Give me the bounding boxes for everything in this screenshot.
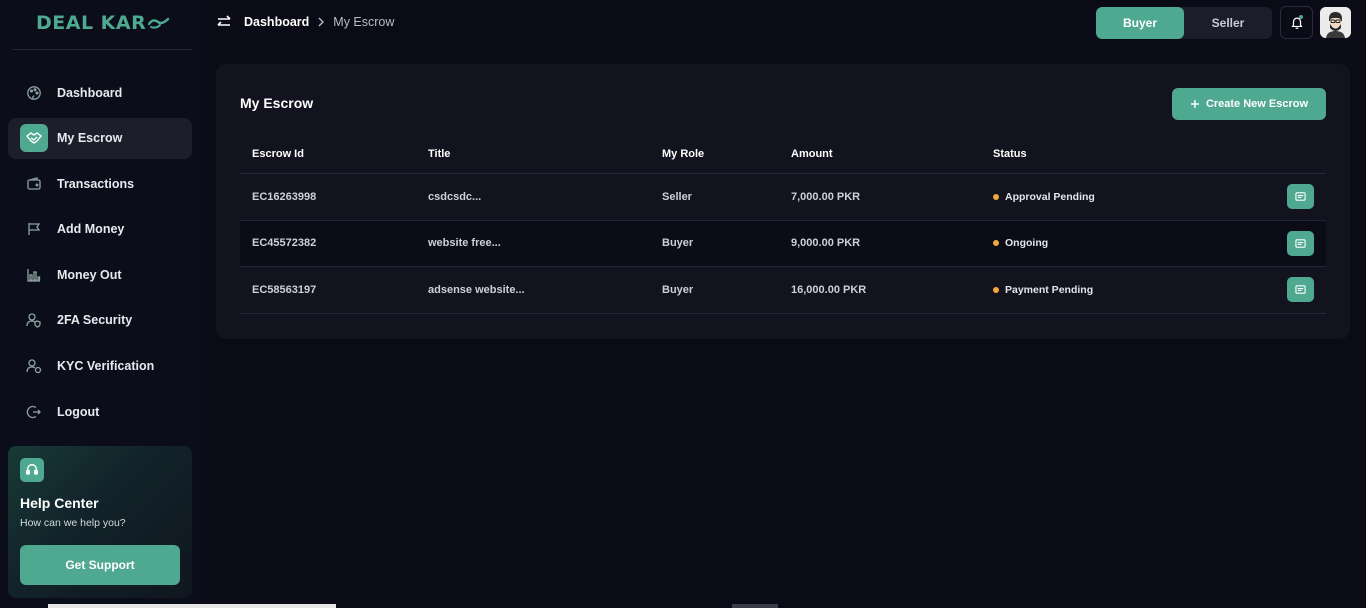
help-center-subtitle: How can we help you? bbox=[20, 517, 126, 529]
chart-icon bbox=[24, 265, 44, 285]
brand-logo[interactable]: DEAL KAR bbox=[36, 10, 170, 36]
escrow-table: Escrow Id Title My Role Amount Status EC… bbox=[240, 134, 1326, 314]
sidebar-item-my-escrow[interactable]: My Escrow bbox=[8, 117, 192, 159]
palette-icon bbox=[24, 83, 44, 103]
sidebar-item-money-out[interactable]: Money Out bbox=[8, 254, 192, 295]
sidebar-item-dashboard[interactable]: Dashboard bbox=[8, 72, 192, 113]
sidebar-item-label: Logout bbox=[57, 404, 100, 419]
table-row[interactable]: EC45572382 website free... Buyer 9,000.0… bbox=[240, 220, 1326, 267]
sidebar-nav: Dashboard My Escrow Transactions Add Mon… bbox=[8, 72, 192, 437]
swap-arrows-icon[interactable] bbox=[216, 14, 232, 30]
escrow-role: Buyer bbox=[662, 283, 694, 296]
status-badge: Payment Pending bbox=[993, 284, 1093, 296]
escrow-id: EC45572382 bbox=[252, 237, 317, 250]
sidebar-item-label: Transactions bbox=[57, 176, 135, 191]
escrow-id: EC16263998 bbox=[252, 190, 317, 203]
column-amount: Amount bbox=[791, 147, 833, 160]
headset-icon bbox=[20, 458, 44, 482]
escrow-amount: 16,000.00 PKR bbox=[791, 283, 867, 296]
sidebar-item-add-money[interactable]: Add Money bbox=[8, 209, 192, 250]
breadcrumb-dashboard-link[interactable]: Dashboard bbox=[244, 15, 309, 29]
seller-toggle-button[interactable]: Seller bbox=[1184, 7, 1272, 39]
page-title: My Escrow bbox=[240, 95, 314, 111]
my-escrow-card: My Escrow Create New Escrow Escrow Id Ti… bbox=[216, 64, 1350, 339]
status-text: Payment Pending bbox=[1005, 283, 1094, 296]
sidebar-item-label: Add Money bbox=[57, 222, 125, 237]
help-center-title: Help Center bbox=[20, 495, 99, 511]
buyer-toggle-button[interactable]: Buyer bbox=[1096, 7, 1184, 39]
status-dot bbox=[993, 193, 999, 200]
logout-icon bbox=[24, 402, 44, 422]
status-badge: Approval Pending bbox=[993, 191, 1095, 203]
view-details-button[interactable] bbox=[1287, 230, 1314, 256]
status-text: Ongoing bbox=[1005, 237, 1049, 250]
view-details-button[interactable] bbox=[1287, 277, 1314, 303]
message-icon bbox=[1295, 285, 1306, 294]
horizontal-scrollbar-segment[interactable] bbox=[732, 604, 778, 608]
breadcrumb: Dashboard My Escrow bbox=[216, 14, 394, 30]
status-badge: Ongoing bbox=[993, 237, 1048, 249]
logo-divider bbox=[12, 49, 192, 50]
column-title: Title bbox=[428, 147, 451, 160]
escrow-title: csdcsdc... bbox=[428, 190, 482, 203]
status-dot bbox=[993, 240, 999, 247]
create-new-escrow-button[interactable]: Create New Escrow bbox=[1172, 88, 1326, 120]
sidebar-item-2fa-security[interactable]: 2FA Security bbox=[8, 300, 192, 341]
escrow-title: website free... bbox=[428, 237, 501, 250]
column-escrow-id: Escrow Id bbox=[252, 147, 304, 160]
table-header: Escrow Id Title My Role Amount Status bbox=[240, 134, 1326, 174]
sidebar-item-logout[interactable]: Logout bbox=[8, 391, 192, 432]
create-new-escrow-label: Create New Escrow bbox=[1205, 98, 1309, 110]
escrow-title: adsense website... bbox=[428, 283, 525, 296]
status-text: Approval Pending bbox=[1005, 190, 1095, 203]
view-details-button[interactable] bbox=[1287, 184, 1314, 210]
avatar-illustration-icon bbox=[1320, 7, 1351, 38]
sidebar-item-kyc-verification[interactable]: KYC Verification bbox=[8, 346, 192, 387]
handshake-logo-icon bbox=[148, 17, 170, 29]
plus-icon bbox=[1190, 100, 1199, 108]
escrow-id: EC58563197 bbox=[252, 283, 317, 296]
flag-icon bbox=[24, 219, 44, 239]
column-my-role: My Role bbox=[662, 147, 705, 160]
handshake-icon bbox=[20, 124, 48, 153]
table-row[interactable]: EC16263998 csdcsdc... Seller 7,000.00 PK… bbox=[240, 174, 1326, 221]
message-icon bbox=[1295, 192, 1306, 201]
escrow-amount: 9,000.00 PKR bbox=[791, 237, 861, 250]
notifications-button[interactable] bbox=[1280, 6, 1313, 39]
horizontal-scrollbar-thumb[interactable] bbox=[48, 604, 336, 608]
breadcrumb-current: My Escrow bbox=[333, 15, 395, 29]
notification-dot bbox=[1299, 15, 1303, 19]
wallet-icon bbox=[24, 174, 44, 194]
column-status: Status bbox=[993, 147, 1027, 160]
sidebar-item-transactions[interactable]: Transactions bbox=[8, 163, 192, 204]
logo-text: DEAL KAR bbox=[36, 12, 147, 34]
get-support-button[interactable]: Get Support bbox=[20, 545, 180, 585]
user-avatar[interactable] bbox=[1320, 7, 1351, 38]
sidebar: DEAL KAR Dashboard My Escrow Transaction… bbox=[0, 0, 200, 608]
sidebar-item-label: My Escrow bbox=[57, 131, 123, 146]
escrow-role: Buyer bbox=[662, 237, 694, 250]
message-icon bbox=[1295, 239, 1306, 248]
user-shield-icon bbox=[24, 310, 44, 330]
escrow-role: Seller bbox=[662, 190, 692, 203]
sidebar-item-label: KYC Verification bbox=[57, 359, 155, 374]
table-row[interactable]: EC58563197 adsense website... Buyer 16,0… bbox=[240, 267, 1326, 314]
sidebar-item-label: Money Out bbox=[57, 267, 122, 282]
escrow-amount: 7,000.00 PKR bbox=[791, 190, 861, 203]
user-check-icon bbox=[24, 356, 44, 376]
top-header: Dashboard My Escrow Buyer Seller bbox=[200, 0, 1366, 46]
status-dot bbox=[993, 286, 999, 293]
role-toggle: Buyer Seller bbox=[1096, 7, 1272, 39]
help-center-card: Help Center How can we help you? Get Sup… bbox=[8, 446, 192, 598]
sidebar-item-label: Dashboard bbox=[57, 85, 123, 100]
sidebar-item-label: 2FA Security bbox=[57, 313, 133, 328]
chevron-right-icon bbox=[318, 17, 325, 27]
